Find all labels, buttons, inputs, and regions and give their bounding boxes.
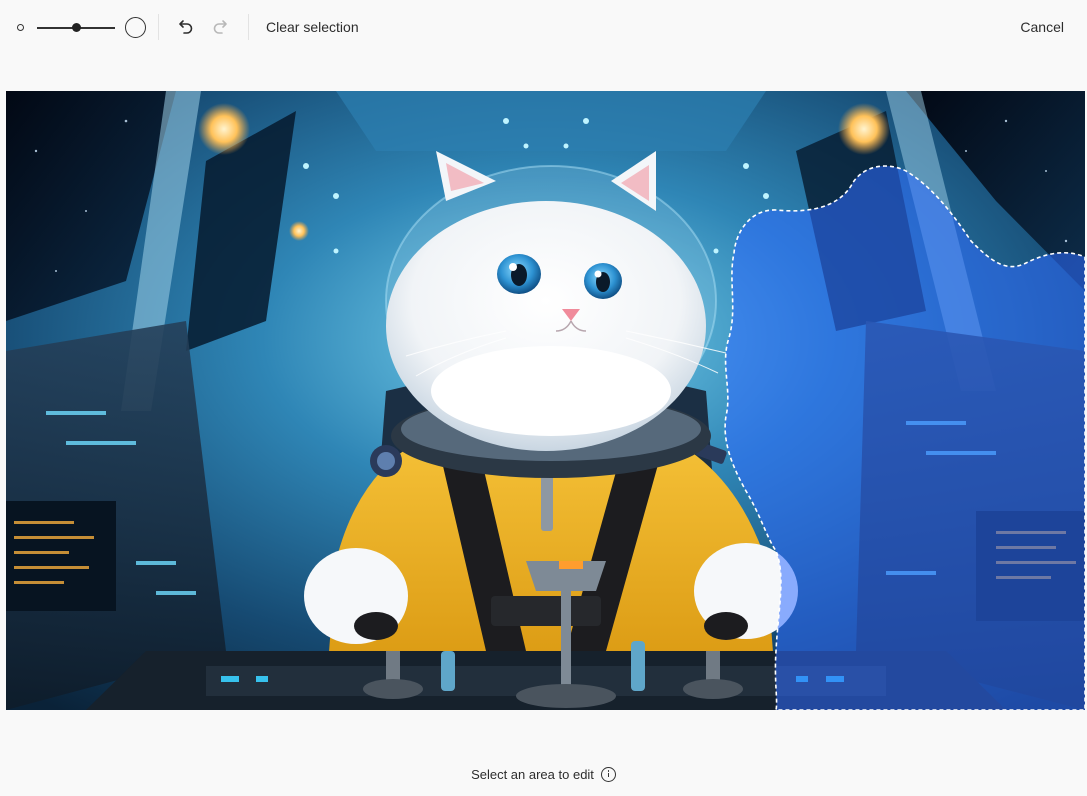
edited-image	[6, 91, 1085, 710]
redo-icon	[213, 20, 227, 34]
image-editor: Clear selection Cancel Select an area to…	[0, 0, 1087, 796]
large-circle-icon	[125, 17, 146, 38]
brush-size-slider[interactable]	[14, 15, 150, 41]
info-icon[interactable]	[600, 766, 616, 782]
image-canvas[interactable]	[6, 91, 1085, 710]
clear-selection-button[interactable]: Clear selection	[266, 18, 359, 36]
toolbar-divider	[158, 14, 159, 40]
cancel-button[interactable]: Cancel	[1020, 18, 1064, 36]
toolbar: Clear selection Cancel	[0, 0, 1087, 56]
slider-thumb[interactable]	[71, 23, 81, 32]
footer: Select an area to edit	[0, 760, 1087, 788]
select-area-hint: Select an area to edit	[471, 766, 594, 782]
redo-button[interactable]	[207, 14, 233, 40]
undo-icon	[179, 20, 193, 34]
small-circle-icon	[17, 24, 24, 31]
undo-button[interactable]	[173, 14, 199, 40]
toolbar-divider	[248, 14, 249, 40]
